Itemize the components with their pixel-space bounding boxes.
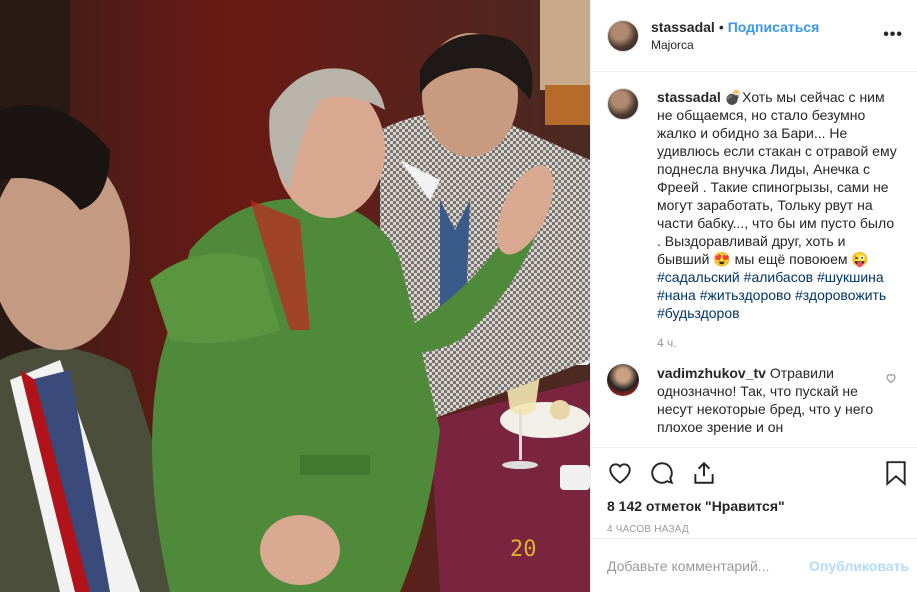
caption: stassadal 💣Хоть мы сейчас с ним не общае… [607, 88, 901, 322]
comment-item: vadimzhukov_tv Отравили однозначно! Так,… [607, 364, 901, 436]
comments-area[interactable]: stassadal 💣Хоть мы сейчас с ним не общае… [591, 72, 917, 447]
publish-button[interactable]: Опубликовать [809, 558, 909, 574]
caption-text: 💣Хоть мы сейчас с ним не общаемся, но ст… [657, 89, 897, 267]
commenter-username[interactable]: vadimzhukov_tv [657, 365, 766, 381]
post-header: stassadal • Подписаться Majorca ••• [591, 0, 917, 72]
hashtag-link[interactable]: #здоровожить [795, 287, 886, 303]
hashtag-link[interactable]: #шукшина [817, 269, 884, 285]
hashtag-link[interactable]: #будьздоров [657, 305, 740, 321]
like-heart-icon[interactable] [607, 460, 633, 486]
share-icon[interactable] [691, 460, 717, 486]
post-photo[interactable]: 20 [0, 0, 590, 592]
commenter-avatar[interactable] [607, 364, 639, 396]
caption-body: stassadal 💣Хоть мы сейчас с ним не общае… [657, 88, 897, 322]
caption-avatar[interactable] [607, 88, 639, 120]
caption-time: 4 ч. [657, 336, 677, 350]
comment-input[interactable]: Добавьте комментарий... [607, 558, 769, 574]
location-link[interactable]: Majorca [651, 36, 819, 54]
action-icons [607, 458, 901, 488]
follow-button[interactable]: Подписаться [728, 19, 820, 35]
post-timestamp: 4 часов назад [607, 524, 689, 535]
comment-body: vadimzhukov_tv Отравили однозначно! Так,… [657, 364, 877, 436]
caption-username[interactable]: stassadal [657, 89, 721, 105]
add-comment-bar: Добавьте комментарий... Опубликовать [591, 538, 917, 592]
action-bar: 8 142 отметок "Нравится" 4 часов назад Д… [591, 447, 917, 592]
hashtag-link[interactable]: #алибасов [744, 269, 813, 285]
author-avatar[interactable] [607, 19, 639, 52]
photo-illustration: 20 [0, 0, 590, 592]
author-username[interactable]: stassadal [651, 19, 715, 35]
likes-count[interactable]: 8 142 отметок "Нравится" [607, 498, 901, 514]
header-text: stassadal • Подписаться Majorca [651, 18, 819, 54]
photo-number: 20 [510, 537, 537, 562]
comment-like-icon[interactable] [885, 372, 897, 387]
bookmark-icon[interactable] [885, 460, 907, 489]
comment-bubble-icon[interactable] [649, 460, 675, 486]
hashtag-link[interactable]: #садальский [657, 269, 740, 285]
more-options-icon[interactable]: ••• [883, 26, 903, 44]
hashtag-link[interactable]: #нана [657, 287, 696, 303]
hashtag-link[interactable]: #житьздорово [700, 287, 791, 303]
post-sidebar: stassadal • Подписаться Majorca ••• stassa… [590, 0, 917, 592]
hashtag-list: #садальский #алибасов #шукшина #нана #жи… [657, 268, 897, 322]
separator-dot: • [718, 18, 724, 35]
post-view: 20 stassadal • Подписаться Majorca ••• sta… [0, 0, 917, 592]
